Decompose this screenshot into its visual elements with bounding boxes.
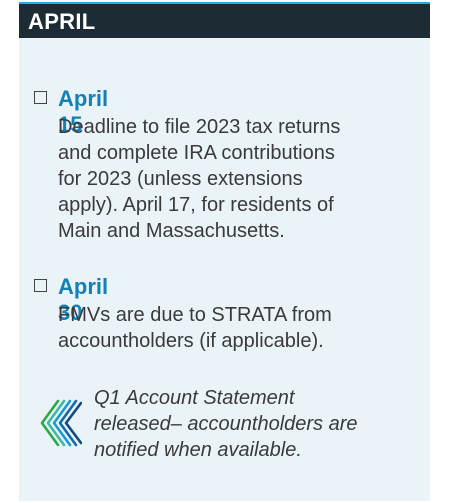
note-text: Q1 Account Statement released– accountho… xyxy=(94,385,384,463)
checkbox-april-30[interactable] xyxy=(34,279,47,292)
note-line: Q1 Account Statement xyxy=(94,387,295,409)
description-line: for 2023 (unless extensions xyxy=(58,168,303,190)
description-line: Deadline to file 2023 tax returns xyxy=(58,116,341,138)
note-line: released– accountholders are xyxy=(94,413,358,435)
event-description: FMVs are due to STRATA from accountholde… xyxy=(58,302,408,354)
calendar-card: APRIL April 15 Deadline to file 2023 tax… xyxy=(19,2,430,501)
event-description: Deadline to file 2023 tax returns and co… xyxy=(58,114,408,244)
description-line: accountholders (if applicable). xyxy=(58,330,324,352)
strata-logo-icon xyxy=(40,399,82,447)
month-title: APRIL xyxy=(28,9,96,34)
month-header: APRIL xyxy=(19,2,430,38)
description-line: apply). April 17, for residents of xyxy=(58,194,334,216)
note-line: notified when available. xyxy=(94,439,302,461)
checkbox-april-15[interactable] xyxy=(34,91,47,104)
description-line: FMVs are due to STRATA from xyxy=(58,304,332,326)
description-line: Main and Massachusetts. xyxy=(58,220,285,242)
description-line: and complete IRA contributions xyxy=(58,142,335,164)
